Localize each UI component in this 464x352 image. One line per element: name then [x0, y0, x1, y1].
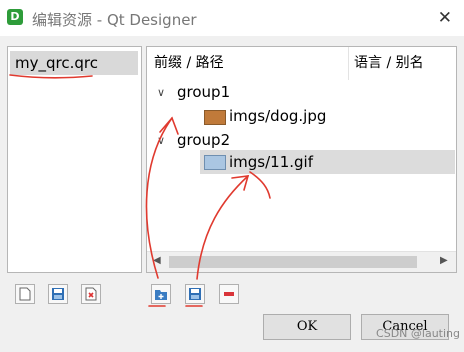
tree-file-row[interactable]: imgs/dog.jpg: [229, 104, 326, 128]
remove-button[interactable]: [219, 284, 239, 304]
new-file-button[interactable]: [15, 284, 35, 304]
header-divider: [348, 47, 349, 80]
remove-minus-icon: [224, 292, 234, 296]
scroll-left-icon[interactable]: ◀: [153, 255, 161, 266]
resource-file-item[interactable]: my_qrc.qrc: [10, 51, 138, 75]
ok-button[interactable]: OK: [263, 314, 351, 340]
horizontal-scrollbar[interactable]: ◀ ▶: [147, 251, 456, 272]
add-files-icon: [189, 288, 201, 300]
remove-file-icon: [85, 287, 97, 301]
image-file-icon: [204, 110, 226, 125]
new-file-icon: [19, 287, 31, 301]
watermark: CSDN @lauting: [376, 327, 460, 340]
save-file-button[interactable]: [48, 284, 68, 304]
resource-tree[interactable]: 前缀 / 路径 语言 / 别名 ∨ group1 imgs/dog.jpg ∨ …: [146, 46, 457, 273]
resource-file-list[interactable]: my_qrc.qrc: [7, 46, 142, 273]
close-icon[interactable]: ✕: [438, 8, 452, 28]
title-bar: D 编辑资源 - Qt Designer ✕: [0, 0, 464, 36]
add-prefix-icon: [155, 290, 167, 300]
chevron-down-icon[interactable]: ∨: [157, 86, 165, 99]
tree-file-row[interactable]: imgs/11.gif: [229, 150, 313, 174]
add-prefix-button[interactable]: [151, 284, 171, 304]
header-prefix-path[interactable]: 前缀 / 路径: [154, 47, 344, 80]
header-language-alias[interactable]: 语言 / 别名: [354, 47, 454, 80]
remove-file-button[interactable]: [81, 284, 101, 304]
scroll-thumb[interactable]: [169, 256, 417, 268]
tree-group-row[interactable]: group1: [177, 80, 230, 104]
window-title: 编辑资源 - Qt Designer: [32, 11, 197, 29]
chevron-down-icon[interactable]: ∨: [157, 134, 165, 147]
scroll-right-icon[interactable]: ▶: [440, 255, 448, 266]
add-files-button[interactable]: [185, 284, 205, 304]
save-file-icon: [52, 288, 64, 300]
image-file-icon: [204, 155, 226, 170]
tree-group-row[interactable]: group2: [177, 128, 230, 152]
qt-designer-icon: D: [7, 9, 23, 25]
